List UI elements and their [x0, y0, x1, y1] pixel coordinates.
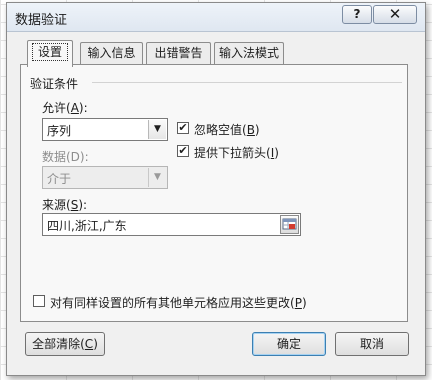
source-input-value: 四川,浙江,广东: [47, 219, 127, 233]
data-select-value: 介于: [47, 172, 72, 186]
chevron-down-icon[interactable]: ▼: [148, 168, 166, 187]
help-button[interactable]: ?: [342, 5, 372, 24]
apply-all-label: 对有同样设置的所有其他单元格应用这些更改(P): [50, 296, 307, 310]
tab-ime-mode-label: 输入法模式: [218, 46, 279, 60]
checkbox-box[interactable]: ✔: [177, 122, 189, 134]
ok-button[interactable]: 确定: [252, 332, 326, 356]
allow-select-value: 序列: [47, 124, 72, 138]
tab-settings[interactable]: 设置: [27, 40, 73, 67]
checkmark-icon: ✔: [178, 121, 188, 134]
tab-settings-label: 设置: [31, 43, 68, 61]
tab-input-message-label: 输入信息: [87, 46, 136, 60]
dialog-title: 数据验证: [15, 13, 68, 28]
allow-select[interactable]: 序列 ▼: [42, 118, 168, 141]
close-button[interactable]: ✕: [373, 5, 417, 24]
clear-all-button[interactable]: 全部清除(C): [25, 332, 105, 356]
group-divider: [92, 82, 402, 83]
title-bar: 数据验证 ? ✕: [7, 3, 425, 32]
range-selector-icon[interactable]: [280, 215, 299, 234]
tab-error-alert-label: 出错警告: [154, 46, 203, 60]
source-label: 来源(S):: [42, 198, 88, 212]
checkmark-icon: ✔: [178, 144, 188, 157]
group-title: 验证条件: [30, 77, 79, 91]
data-select[interactable]: 介于 ▼: [42, 166, 168, 189]
chevron-down-icon[interactable]: ▼: [148, 120, 166, 139]
checkbox-box[interactable]: ✔: [177, 145, 189, 157]
tab-ime-mode[interactable]: 输入法模式: [214, 42, 284, 65]
data-label: 数据(D):: [42, 150, 89, 164]
in-cell-dropdown-label: 提供下拉箭头(I): [194, 146, 279, 160]
allow-label: 允许(A):: [42, 101, 88, 115]
ignore-blank-label: 忽略空值(B): [194, 123, 260, 137]
checkbox-box[interactable]: [33, 295, 45, 307]
cancel-button[interactable]: 取消: [335, 332, 409, 356]
tab-input-message[interactable]: 输入信息: [80, 42, 143, 65]
tab-error-alert[interactable]: 出错警告: [146, 42, 211, 65]
source-input[interactable]: 四川,浙江,广东: [42, 213, 301, 236]
